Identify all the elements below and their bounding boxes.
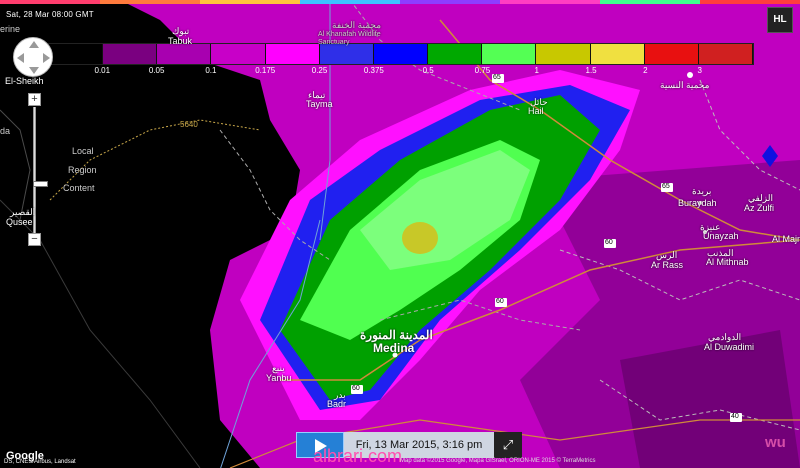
legend-swatch [319, 44, 374, 64]
zoom-in-button[interactable]: + [28, 93, 41, 106]
road-shield: 40 [731, 413, 739, 420]
place-buraydah-en: Buraydah [678, 198, 717, 208]
place-mithnab-en: Al Mithnab [706, 257, 749, 267]
place-medina-en: Medina [373, 341, 415, 355]
pan-control[interactable] [13, 37, 53, 77]
map-attribution[interactable]: Map data ©2015 Google, Mapa GISrael, ORI… [400, 458, 595, 464]
legend-swatch [103, 44, 158, 64]
road-shield: 60 [605, 239, 613, 246]
legend-swatch [698, 44, 754, 64]
place-khanafah-en: Al Khanafah Wildlife Sanctuary [318, 31, 381, 46]
legend-swatch [482, 44, 537, 64]
pan-up-icon[interactable] [29, 41, 39, 48]
legend-label: 3 [697, 66, 702, 75]
border-number: 5640 [180, 120, 198, 129]
legend-swatch [49, 44, 104, 64]
place-badr-en: Badr [327, 399, 347, 409]
rain-field-yellow [402, 222, 438, 254]
place-elsheikh-en: El-Sheikh [5, 76, 44, 86]
place-duwadimi-en: Al Duwadimi [704, 342, 755, 352]
legend-label: 0.375 [363, 66, 384, 75]
legend-label: 0.75 [474, 66, 491, 75]
place-unayzah-en: Unayzah [703, 231, 739, 241]
zoom-out-button[interactable]: − [28, 233, 41, 246]
legend-label: 0.5 [422, 66, 434, 75]
map-timestamp: Sat, 28 Mar 08:00 GMT [6, 10, 94, 19]
place-tabuk-en: Tabuk [168, 36, 193, 46]
road-shield: 65 [662, 183, 670, 190]
legend-swatch [590, 44, 645, 64]
google-imagery-credit: DS, CNES/Airbus, Landsat [4, 459, 76, 465]
legend-label: 1 [534, 66, 539, 75]
place-medina-ar: المدينة المنورة [360, 328, 433, 342]
legend-label: 0.05 [148, 66, 165, 75]
legend-label: 0.175 [255, 66, 276, 75]
legend-swatch [373, 44, 429, 64]
legend-swatch [265, 44, 320, 64]
legend-label: 1.5 [585, 66, 597, 75]
place-majm-en: Al Majm [772, 234, 800, 244]
watermark: albrari.com [313, 446, 403, 466]
expand-icon[interactable]: ⤢ [494, 432, 522, 458]
place-khanafah-ar: محمية الخنفة [332, 20, 382, 30]
place-qusee-en: Qusee [6, 217, 33, 227]
place-tayma-en: Tayma [306, 99, 333, 109]
place-buraydah-ar: بريدة [692, 186, 712, 196]
place-zulfi-en: Az Zulfi [744, 203, 775, 213]
color-top-bar [0, 0, 800, 4]
legend-labels: 0.01 0.05 0.1 0.175 0.25 0.375 0.5 0.75 1 1.5 2 3 [48, 66, 754, 78]
pan-down-icon[interactable] [29, 67, 39, 74]
legend-swatch [536, 44, 591, 64]
place-yanbu-en: Yanbu [266, 373, 292, 383]
legend-swatch [644, 44, 699, 64]
label-local: Local [72, 146, 94, 156]
pan-right-icon[interactable] [43, 53, 50, 63]
road-shield: 60 [352, 385, 360, 392]
label-region: Region [68, 165, 97, 175]
legend-swatch [211, 44, 266, 64]
legend-label: 0.1 [205, 66, 217, 75]
place-edge-left1: erine [0, 24, 21, 34]
road-shield: 65 [493, 74, 501, 81]
legend-label: 0.01 [94, 66, 111, 75]
highs-lows-toggle-button[interactable]: HL [767, 7, 793, 33]
legend-label: 0.25 [311, 66, 328, 75]
wu-logo: wu [765, 434, 786, 451]
legend-label: 2 [643, 66, 648, 75]
place-arrass-en: Ar Rass [651, 260, 684, 270]
pan-left-icon[interactable] [17, 53, 24, 63]
label-content: Content [63, 183, 95, 193]
road-shield: 60 [496, 298, 504, 305]
zoom-slider-thumb[interactable] [33, 181, 48, 187]
legend-swatch [428, 44, 483, 64]
place-hail-en: Hail [528, 106, 544, 116]
legend-swatch [157, 44, 212, 64]
place-nasiya: محمية النسية [660, 80, 710, 90]
place-edge-left2: da [0, 126, 11, 136]
